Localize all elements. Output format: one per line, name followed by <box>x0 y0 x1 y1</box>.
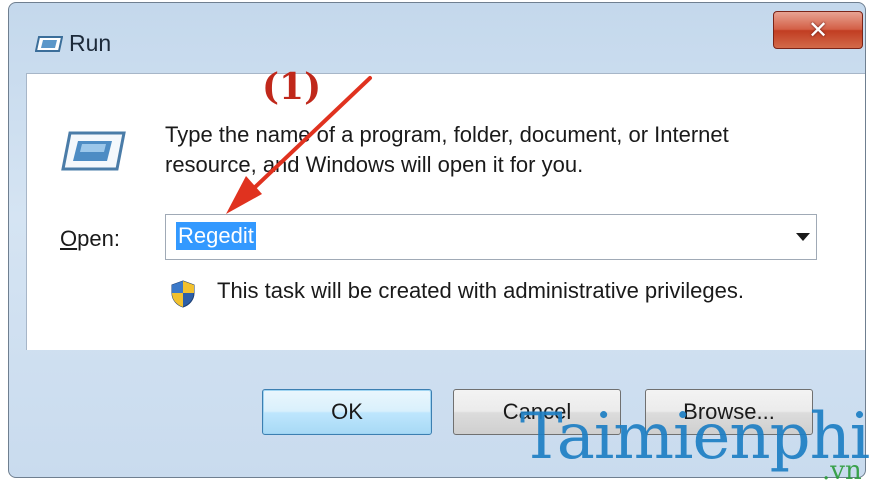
close-button[interactable]: ✕ <box>773 11 863 49</box>
ok-button[interactable]: OK <box>262 389 432 435</box>
admin-privileges-note: This task will be created with administr… <box>217 278 744 303</box>
open-combobox[interactable]: Regedit <box>165 214 817 260</box>
run-icon <box>35 36 63 52</box>
open-label: Open: <box>60 226 120 252</box>
watermark-domain: .vn <box>822 456 862 486</box>
annotation-label: (1) <box>262 66 322 108</box>
title-bar[interactable]: Run ✕ <box>9 3 865 73</box>
open-label-mnemonic: O <box>60 226 78 251</box>
dialog-description: Type the name of a program, folder, docu… <box>165 120 845 180</box>
uac-shield-icon <box>171 280 195 308</box>
description-line-1: Type the name of a program, folder, docu… <box>165 122 729 147</box>
run-icon <box>61 131 126 171</box>
dialog-body: Type the name of a program, folder, docu… <box>26 73 865 350</box>
open-label-text: pen: <box>77 226 120 251</box>
watermark-logo: Taimienphi <box>520 400 870 474</box>
close-icon: ✕ <box>807 16 829 44</box>
window-title: Run <box>69 30 112 56</box>
open-input-value[interactable]: Regedit <box>176 222 256 250</box>
description-line-2: resource, and Windows will open it for y… <box>165 152 584 177</box>
chevron-down-icon[interactable] <box>796 233 810 241</box>
